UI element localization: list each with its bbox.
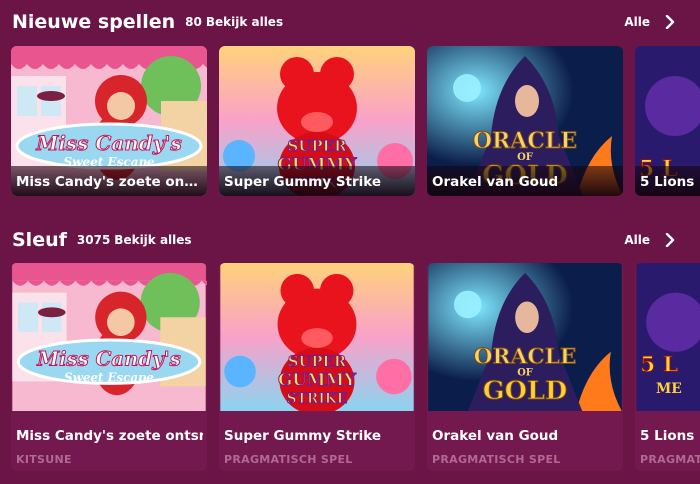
game-card-5-lions[interactable]: 5 L 5 Lions Megaways <box>635 46 700 196</box>
game-carousel: Miss Candy's Sweet Escape Miss Candy's z… <box>11 263 700 473</box>
view-all-link[interactable]: 80 Bekijk alles <box>185 15 283 29</box>
game-card-super-gummy[interactable]: SUPER GUMMY STRIKE Super Gummy Strike PR… <box>219 263 415 471</box>
game-logo-line2: GUMMY <box>278 369 357 389</box>
game-title: Orakel van Goud <box>432 428 559 444</box>
game-title: Super Gummy Strike <box>224 174 382 190</box>
game-thumbnail: Miss Candy's Sweet Escape <box>11 263 207 411</box>
game-provider: PRAGMATISCH SPEL <box>432 453 561 466</box>
game-logo-line2: Sweet Escape <box>64 370 154 384</box>
game-title: Miss Candy's zoete ontsnapping <box>16 174 203 190</box>
game-logo-line1: ORACLE <box>474 345 577 370</box>
section-new-games: Nieuwe spellen 80 Bekijk alles Alle Miss… <box>0 0 700 210</box>
game-carousel: Miss Candy's Sweet Escape Miss Candy's z… <box>11 46 700 198</box>
view-all-label: Bekijk alles <box>205 15 284 29</box>
game-title: 5 Lions Megaways <box>640 174 700 190</box>
game-card-oracle-of-gold[interactable]: ORACLE OF GOLD Orakel van Goud PRAGMATIS… <box>427 263 623 471</box>
game-provider: PRAGMATIC PLAY <box>640 453 700 466</box>
game-title: Miss Candy's zoete ontsnapping <box>16 428 203 444</box>
game-title: Super Gummy Strike <box>224 428 382 444</box>
view-all-link[interactable]: 3075 Bekijk alles <box>77 233 192 247</box>
game-thumbnail: 5 L ME <box>635 263 700 411</box>
game-title: 5 Lions Megaways <box>640 428 700 444</box>
all-button[interactable]: Alle <box>624 15 650 29</box>
chevron-right-icon[interactable] <box>660 12 680 32</box>
section-slots: Sleuf 3075 Bekijk alles Alle Miss Candy'… <box>0 218 700 484</box>
game-logo-line1: SUPER <box>287 137 347 155</box>
game-thumbnail: ORACLE OF GOLD <box>427 263 623 411</box>
game-thumbnail: SUPER GUMMY STRIKE <box>219 263 415 411</box>
view-all-label: Bekijk alles <box>114 233 192 247</box>
game-logo-line3: GOLD <box>483 376 568 406</box>
game-card-super-gummy[interactable]: SUPER GUMMY STRIKE Super Gummy Strike <box>219 46 415 196</box>
game-logo-line2: ME <box>656 381 682 397</box>
section-title: Nieuwe spellen <box>12 11 176 33</box>
game-card-5-lions[interactable]: 5 L ME 5 Lions Megaways PRAGMATIC PLAY <box>635 263 700 471</box>
all-button[interactable]: Alle <box>624 233 650 247</box>
game-logo-line3: STRIKE <box>287 391 348 407</box>
game-count: 80 <box>185 15 202 29</box>
section-header: Nieuwe spellen 80 Bekijk alles Alle <box>12 2 700 42</box>
game-count: 3075 <box>76 233 111 247</box>
game-card-miss-candy[interactable]: Miss Candy's Sweet Escape Miss Candy's z… <box>11 263 207 471</box>
game-card-miss-candy[interactable]: Miss Candy's Sweet Escape Miss Candy's z… <box>11 46 207 196</box>
game-logo-line1: Miss Candy's <box>35 131 182 155</box>
game-title: Orakel van Goud <box>432 174 559 190</box>
game-card-oracle-of-gold[interactable]: ORACLE OF GOLD Orakel van Goud <box>427 46 623 196</box>
section-header: Sleuf 3075 Bekijk alles Alle <box>12 220 700 260</box>
game-provider: KITSUNE <box>16 453 72 466</box>
game-logo-line1: Miss Candy's <box>36 347 181 371</box>
section-title: Sleuf <box>12 229 67 251</box>
game-provider: PRAGMATISCH SPEL <box>224 453 353 466</box>
game-logo-line1: 5 L <box>640 353 678 378</box>
game-logo-line1: ORACLE <box>473 128 577 154</box>
chevron-right-icon[interactable] <box>660 230 680 250</box>
game-logo-line1: SUPER <box>288 354 347 371</box>
